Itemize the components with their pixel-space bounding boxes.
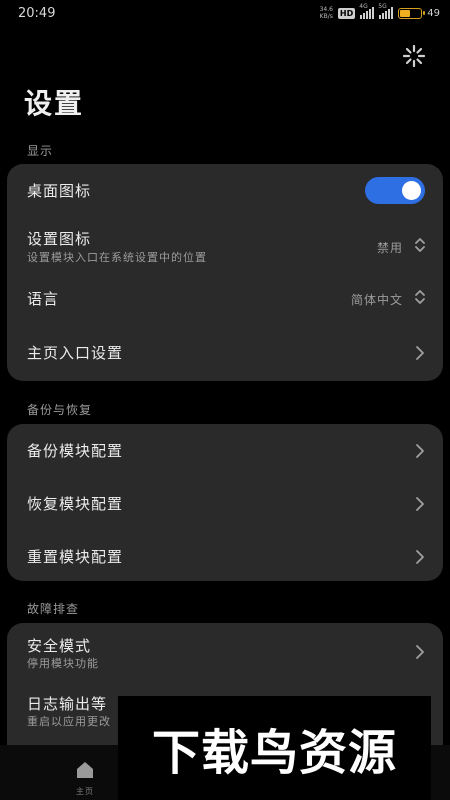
battery-fill — [400, 9, 410, 17]
row-label: 设置图标 — [27, 230, 92, 248]
home-icon — [77, 762, 93, 778]
up-down-icon — [415, 290, 425, 304]
row-restore-config[interactable]: 恢复模块配置 — [7, 476, 443, 529]
row-label: 安全模式 — [27, 637, 92, 655]
card-display: 桌面图标 设置图标 设置模块入口在系统设置中的位置 禁用 语言 简体中文 主页入… — [7, 164, 443, 381]
hd-badge: HD — [337, 7, 356, 19]
row-subtitle: 重启以应用更改 — [27, 715, 111, 728]
row-subtitle: 设置模块入口在系统设置中的位置 — [27, 251, 207, 264]
status-time: 20:49 — [18, 6, 56, 21]
section-title-backup: 备份与恢复 — [27, 403, 93, 417]
row-label: 主页入口设置 — [27, 344, 124, 362]
toggle-knob — [402, 181, 421, 200]
section-title-display: 显示 — [27, 144, 54, 158]
row-label: 重置模块配置 — [27, 548, 124, 566]
status-icons: 34.6 KB/s HD 4G 5G 49 — [319, 3, 440, 21]
network-speed: 34.6 KB/s — [319, 6, 333, 20]
row-value: 禁用 — [376, 241, 403, 255]
row-settings-icon[interactable]: 设置图标 设置模块入口在系统设置中的位置 禁用 — [7, 218, 443, 272]
signal-icon-2: 5G — [378, 3, 394, 19]
chevron-right-icon — [416, 497, 424, 511]
row-label: 日志输出等 — [27, 695, 108, 713]
card-backup: 备份模块配置 恢复模块配置 重置模块配置 — [7, 424, 443, 581]
row-value: 简体中文 — [350, 293, 403, 307]
battery-icon — [398, 7, 426, 19]
row-language[interactable]: 语言 简体中文 — [7, 272, 443, 326]
battery-percent: 49 — [427, 7, 440, 19]
up-down-icon — [415, 238, 425, 252]
page-title: 设置 — [24, 87, 85, 120]
desktop-icon-toggle[interactable] — [365, 177, 425, 204]
row-label: 语言 — [27, 290, 60, 308]
chevron-right-icon — [416, 550, 424, 564]
row-safe-mode[interactable]: 安全模式 停用模块功能 — [7, 623, 443, 681]
row-label: 恢复模块配置 — [27, 495, 124, 513]
row-backup-config[interactable]: 备份模块配置 — [7, 424, 443, 476]
row-desktop-icon[interactable]: 桌面图标 — [7, 164, 443, 218]
row-label: 桌面图标 — [27, 182, 92, 200]
chevron-right-icon — [416, 645, 424, 659]
watermark-overlay: 下载鸟资源 — [118, 696, 431, 800]
chevron-right-icon — [416, 346, 424, 360]
watermark-text: 下载鸟资源 — [151, 725, 397, 781]
section-title-troubleshoot: 故障排查 — [27, 602, 80, 616]
signal-icon-1: 4G — [359, 3, 375, 19]
settings-screen: 20:49 34.6 KB/s HD 4G 5G 49 设置 显示 桌面图标 设… — [0, 0, 450, 800]
chevron-right-icon — [416, 444, 424, 458]
row-home-entry[interactable]: 主页入口设置 — [7, 326, 443, 380]
loader-icon[interactable] — [400, 42, 428, 70]
row-subtitle: 停用模块功能 — [27, 657, 99, 670]
row-label: 备份模块配置 — [27, 442, 124, 460]
status-bar: 20:49 34.6 KB/s HD 4G 5G 49 — [0, 0, 450, 28]
row-reset-config[interactable]: 重置模块配置 — [7, 529, 443, 581]
